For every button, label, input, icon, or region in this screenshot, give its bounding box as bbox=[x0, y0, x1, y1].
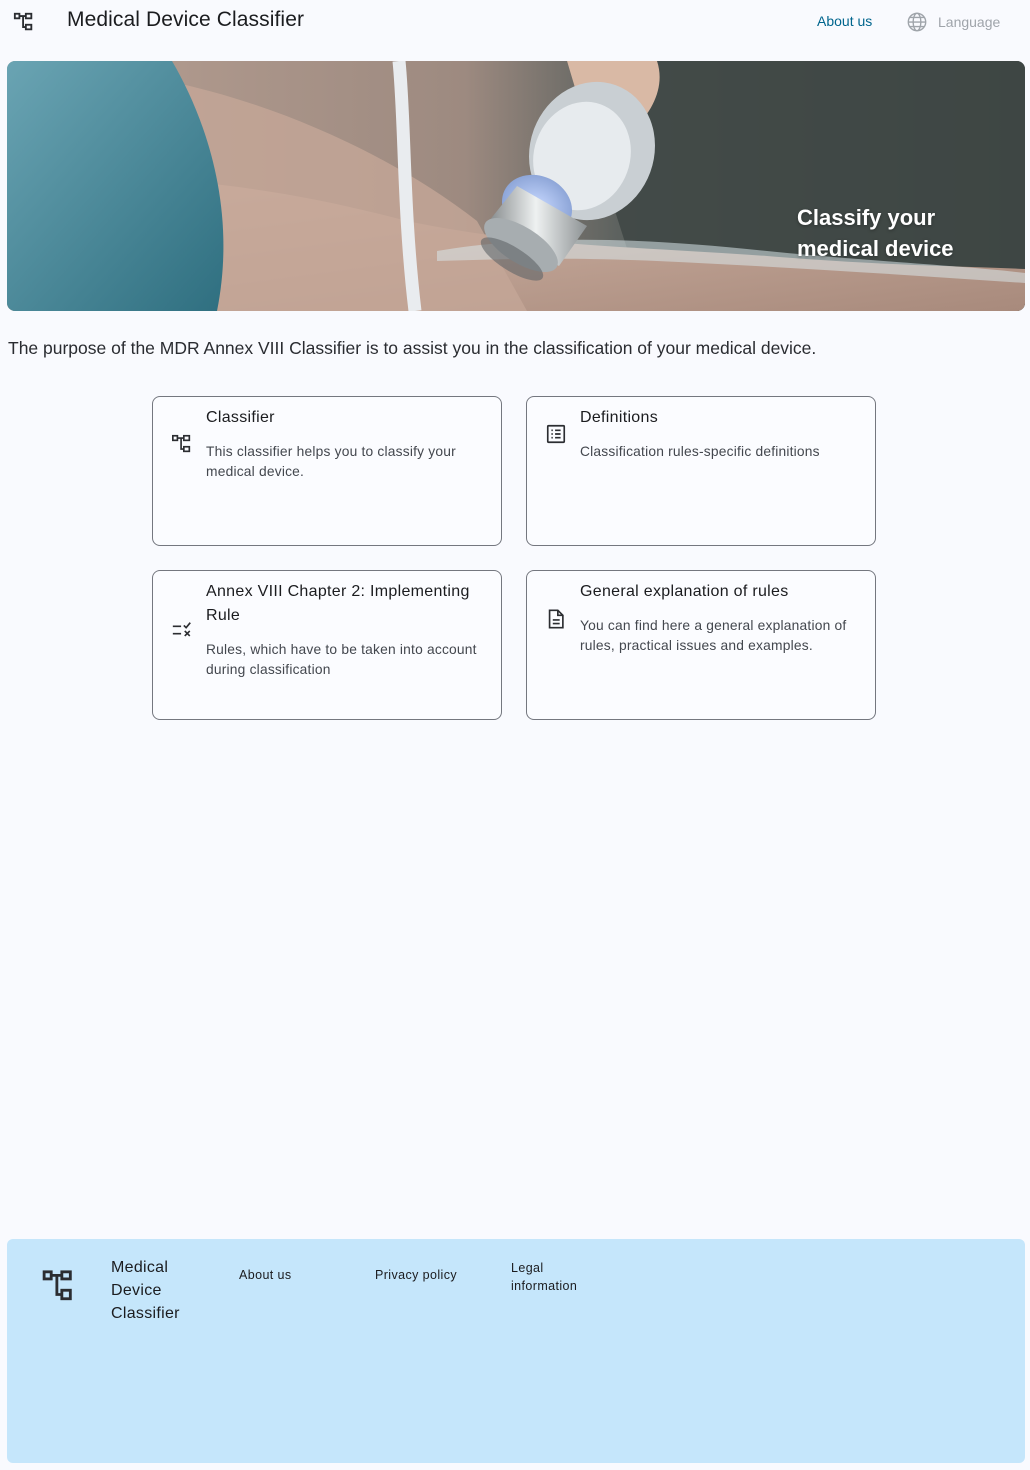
card-description: This classifier helps you to classify yo… bbox=[206, 444, 456, 479]
definitions-card[interactable]: Definitions Classification rules-specifi… bbox=[526, 396, 876, 546]
account-tree-icon[interactable] bbox=[13, 11, 35, 33]
footer: Medical Device Classifier About us Priva… bbox=[7, 1239, 1025, 1463]
document-icon bbox=[548, 609, 564, 629]
hero-headline: Classify your medical device bbox=[797, 202, 997, 264]
about-us-link[interactable]: About us bbox=[817, 13, 872, 29]
card-title: General explanation of rules bbox=[580, 583, 789, 600]
general-explanation-card[interactable]: General explanation of rules You can fin… bbox=[526, 570, 876, 720]
account-tree-icon bbox=[42, 1270, 72, 1301]
hero-image bbox=[7, 61, 1025, 311]
card-description: Classification rules-specific definition… bbox=[580, 444, 820, 459]
classifier-card[interactable]: Classifier This classifier helps you to … bbox=[152, 396, 502, 546]
footer-title: Medical Device Classifier bbox=[111, 1259, 180, 1322]
language-label: Language bbox=[938, 14, 1001, 30]
intro-text: The purpose of the MDR Annex VIII Classi… bbox=[8, 338, 817, 358]
app-title[interactable]: Medical Device Classifier bbox=[67, 8, 304, 32]
card-description: You can find here a general explanation … bbox=[580, 618, 847, 653]
implementing-rule-card[interactable]: Annex VIII Chapter 2: Implementing Rule … bbox=[152, 570, 502, 720]
card-description: Rules, which have to be taken into accou… bbox=[206, 642, 477, 677]
rule-icon bbox=[172, 622, 191, 637]
globe-icon bbox=[907, 12, 927, 32]
list-icon bbox=[546, 424, 566, 444]
footer-about-link[interactable]: About us bbox=[239, 1266, 292, 1284]
hero-banner: Classify your medical device bbox=[7, 61, 1025, 311]
card-title: Annex VIII Chapter 2: Implementing Rule bbox=[206, 583, 470, 624]
language-selector[interactable]: Language bbox=[906, 10, 1000, 34]
card-title: Classifier bbox=[206, 409, 275, 426]
footer-legal-link[interactable]: Legal information bbox=[511, 1259, 581, 1295]
hero-headline-line2: medical device bbox=[797, 236, 954, 261]
hero-headline-line1: Classify your bbox=[797, 205, 936, 230]
top-app-bar: Medical Device Classifier About us Langu… bbox=[0, 0, 1030, 44]
footer-privacy-link[interactable]: Privacy policy bbox=[375, 1266, 457, 1284]
account-tree-icon bbox=[172, 434, 191, 453]
card-title: Definitions bbox=[580, 409, 659, 426]
